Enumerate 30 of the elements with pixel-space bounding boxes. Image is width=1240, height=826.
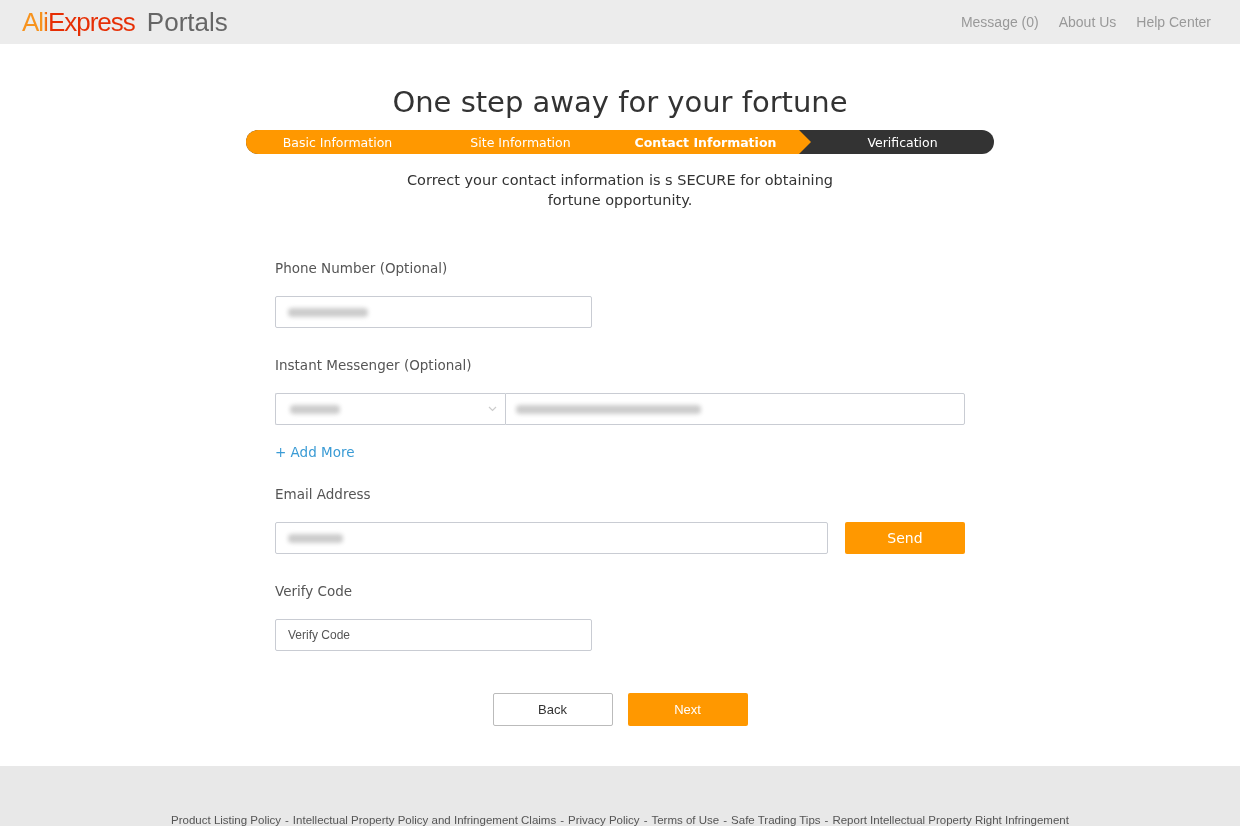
page-title: One step away for your fortune [392, 84, 848, 120]
email-field[interactable] [275, 522, 828, 554]
caret-icon [488, 406, 497, 412]
separator: - [723, 814, 728, 826]
field-label: Verify Code [275, 583, 354, 601]
phone-field[interactable] [275, 296, 592, 328]
intro-text: Correct your contact information is s SECURE for obtaining fortune opportunity. [405, 171, 835, 210]
footer-link[interactable]: Safe Trading Tips [731, 814, 821, 826]
footer-link[interactable]: Intellectual Property Policy and Infringement Claims [292, 814, 557, 826]
separator: - [285, 814, 289, 826]
footer-link[interactable]: Terms of Use [651, 814, 720, 826]
messenger-select[interactable] [275, 393, 505, 425]
messenger-account-field[interactable] [505, 393, 965, 425]
field-label: Email Address [275, 486, 372, 504]
footer-link[interactable]: Privacy Policy [568, 814, 640, 826]
progress-step: Verification [811, 130, 994, 154]
separator: - [643, 814, 648, 826]
back-button[interactable]: Back [492, 693, 613, 726]
footer-link[interactable]: Product Listing Policy [171, 814, 281, 826]
verify-code-field[interactable]: Verify Code [275, 619, 592, 651]
separator: - [824, 814, 829, 826]
progress-step: Contact Information [612, 130, 811, 154]
separator: - [560, 814, 565, 826]
field-label: Instant Messenger (Optional) [275, 357, 473, 375]
field-label: Phone Number (Optional) [275, 260, 449, 278]
add-more-link[interactable]: + Add More [275, 444, 355, 460]
progress-step: Site Information [429, 130, 612, 154]
footer-link[interactable]: Report Intellectual Property Right Infringement [832, 814, 1069, 826]
progress-step: Basic Information [246, 130, 429, 154]
product-name: Portals [146, 6, 228, 38]
